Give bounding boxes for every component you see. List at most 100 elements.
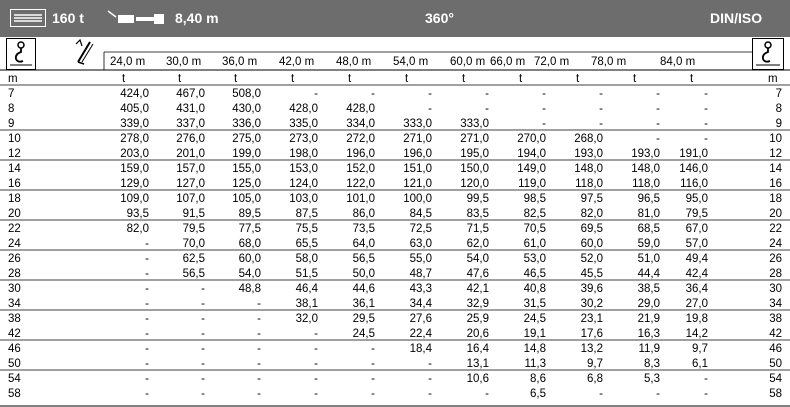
radius-label: 34 — [769, 298, 782, 310]
load-cell: 60,0 — [238, 253, 261, 265]
load-cell: - — [371, 373, 375, 385]
load-cell: - — [201, 343, 205, 355]
load-cell: 83,5 — [466, 208, 489, 220]
radius-label: 10 — [769, 133, 782, 145]
load-cell: 149,0 — [517, 163, 546, 175]
load-cell: - — [145, 328, 149, 340]
load-cell: 6,8 — [587, 373, 603, 385]
radius-unit: m — [8, 73, 18, 85]
radius-label: 42 — [769, 328, 782, 340]
load-cell: 31,5 — [523, 298, 546, 310]
load-cell: 13,1 — [466, 358, 489, 370]
load-cell: 159,0 — [120, 163, 149, 175]
load-cell: 98,5 — [523, 193, 546, 205]
load-cell: 146,0 — [679, 163, 708, 175]
load-cell: 6,1 — [692, 358, 708, 370]
load-cell: - — [145, 358, 149, 370]
radius-label: 50 — [8, 358, 21, 370]
radius-label: 54 — [8, 373, 21, 385]
load-cell: - — [656, 88, 660, 100]
load-cell: - — [371, 358, 375, 370]
load-cell: 8,6 — [530, 373, 546, 385]
load-cell: 22,4 — [409, 328, 432, 340]
load-cell: - — [257, 298, 261, 310]
load-cell: - — [201, 388, 205, 400]
radius-label: 22 — [8, 223, 21, 235]
load-cell: 27,6 — [409, 313, 432, 325]
load-cell: 24,5 — [352, 328, 375, 340]
load-cell: - — [145, 343, 149, 355]
load-cell: 36,4 — [685, 283, 708, 295]
radius-label: 14 — [769, 163, 782, 175]
load-unit: t — [234, 73, 238, 85]
load-cell: 51,0 — [637, 253, 660, 265]
load-cell: - — [145, 253, 149, 265]
radius-unit: m — [768, 73, 778, 85]
radius-label: 46 — [8, 343, 21, 355]
load-cell: - — [599, 388, 603, 400]
load-cell: - — [314, 388, 318, 400]
load-cell: - — [257, 343, 261, 355]
load-cell: 82,0 — [580, 208, 603, 220]
load-cell: 91,5 — [182, 208, 205, 220]
load-cell: 40,8 — [523, 283, 546, 295]
load-cell: 336,0 — [232, 118, 261, 130]
load-cell: - — [201, 358, 205, 370]
load-cell: 11,9 — [638, 343, 660, 355]
load-cell: 276,0 — [176, 133, 205, 145]
load-cell: 271,0 — [460, 133, 489, 145]
radius-label: 28 — [769, 268, 782, 280]
radius-label: 34 — [8, 298, 21, 310]
load-cell: 268,0 — [574, 133, 603, 145]
load-cell: 38,5 — [637, 283, 660, 295]
load-cell: 32,9 — [466, 298, 489, 310]
load-cell: 196,0 — [346, 148, 375, 160]
radius-label: 58 — [769, 388, 782, 400]
radius-label: 42 — [8, 328, 21, 340]
load-cell: 5,3 — [644, 373, 660, 385]
load-cell: 100,0 — [403, 193, 432, 205]
load-cell: 89,5 — [238, 208, 261, 220]
load-cell: 333,0 — [403, 118, 432, 130]
load-cell: 54,0 — [238, 268, 261, 280]
load-cell: - — [428, 358, 432, 370]
load-unit: t — [519, 73, 523, 85]
load-cell: 148,0 — [574, 163, 603, 175]
load-cell: 196,0 — [403, 148, 432, 160]
load-cell: - — [485, 103, 489, 115]
load-cell: 334,0 — [346, 118, 375, 130]
load-cell: 273,0 — [289, 133, 318, 145]
load-cell: - — [704, 88, 708, 100]
load-cell: 270,0 — [517, 133, 546, 145]
radius-label: 46 — [769, 343, 782, 355]
load-cell: 155,0 — [232, 163, 261, 175]
load-cell: - — [145, 238, 149, 250]
load-cell: 23,1 — [580, 313, 603, 325]
load-cell: - — [314, 373, 318, 385]
load-cell: - — [257, 388, 261, 400]
load-cell: 194,0 — [517, 148, 546, 160]
load-cell: 467,0 — [176, 88, 205, 100]
load-cell: 201,0 — [176, 148, 205, 160]
load-cell: - — [257, 373, 261, 385]
load-unit: t — [405, 73, 409, 85]
load-cell: 203,0 — [120, 148, 149, 160]
load-cell: - — [542, 103, 546, 115]
load-unit: t — [576, 73, 580, 85]
load-cell: 29,5 — [352, 313, 375, 325]
load-cell: 428,0 — [289, 103, 318, 115]
load-cell: 25,9 — [466, 313, 489, 325]
load-cell: 82,5 — [523, 208, 546, 220]
load-cell: - — [656, 388, 660, 400]
load-cell: 57,0 — [685, 238, 708, 250]
load-cell: 46,5 — [523, 268, 546, 280]
load-cell: 29,0 — [637, 298, 660, 310]
load-cell: - — [656, 133, 660, 145]
load-cell: 77,5 — [238, 223, 261, 235]
radius-label: 22 — [769, 223, 782, 235]
load-cell: - — [485, 388, 489, 400]
load-unit: t — [462, 73, 466, 85]
load-cell: 86,0 — [352, 208, 375, 220]
load-cell: 62,5 — [182, 253, 205, 265]
radius-label: 24 — [8, 238, 21, 250]
